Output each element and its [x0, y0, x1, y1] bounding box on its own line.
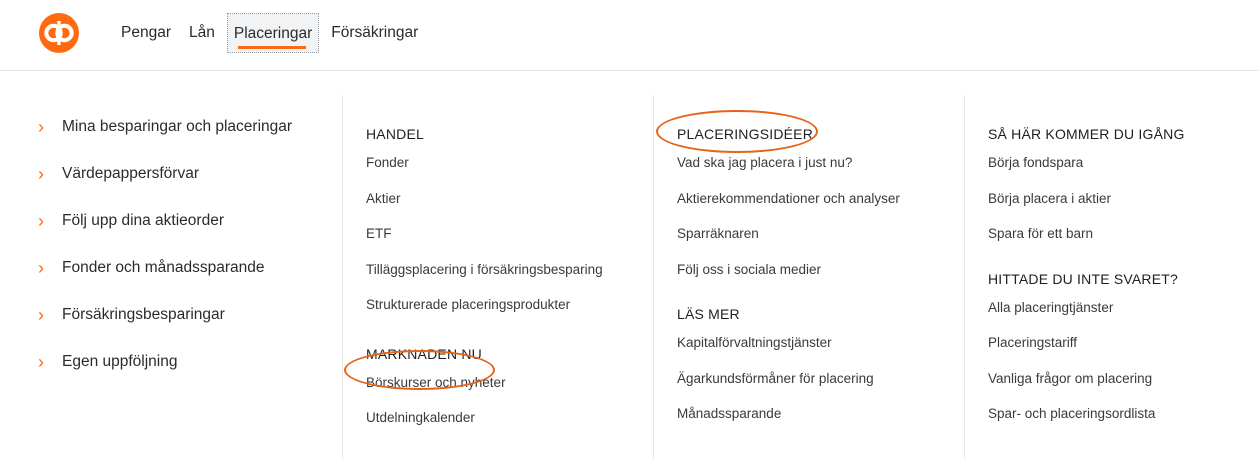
link-agarkundsformaner[interactable]: Ägarkundsförmåner för placering	[677, 370, 957, 406]
highlight-circle-placeringsideer	[656, 110, 818, 153]
link-borja-placera-aktier[interactable]: Börja placera i aktier	[988, 190, 1259, 226]
chevron-right-icon: ›	[38, 351, 44, 372]
top-navigation-bar: Pengar Lån Placeringar Försäkringar	[0, 0, 1259, 71]
left-menu-item[interactable]: › Följ upp dina aktieorder	[38, 189, 338, 237]
highlight-circle-marknaden-nu	[344, 350, 495, 390]
link-alla-placeringtjanster[interactable]: Alla placeringtjänster	[988, 299, 1259, 335]
chevron-right-icon: ›	[38, 210, 44, 231]
link-utdelningkalender[interactable]: Utdelningkalender	[366, 409, 646, 445]
section-heading-las-mer: LÄS MER	[677, 306, 740, 322]
section-heading-hittade-du-inte: HITTADE DU INTE SVARET?	[988, 270, 1178, 287]
link-fonder[interactable]: Fonder	[366, 154, 646, 190]
link-strukturerade[interactable]: Strukturerade placeringsprodukter	[366, 296, 646, 332]
left-menu: › Mina besparingar och placeringar › Värde…	[38, 95, 338, 377]
link-borja-fondspara[interactable]: Börja fondspara	[988, 154, 1259, 190]
chevron-right-icon: ›	[38, 257, 44, 278]
link-etf[interactable]: ETF	[366, 225, 646, 261]
link-tillaggsplacering[interactable]: Tilläggsplacering i försäkringsbesparing	[366, 261, 646, 297]
nav-lan[interactable]: Lån	[183, 13, 221, 53]
chevron-right-icon: ›	[38, 163, 44, 184]
main-nav: Pengar Lån Placeringar Försäkringar	[115, 13, 430, 53]
column-divider	[653, 95, 654, 459]
link-ordlista[interactable]: Spar- och placeringsordlista	[988, 405, 1259, 441]
link-vad-ska-jag-placera[interactable]: Vad ska jag placera i just nu?	[677, 154, 957, 190]
section-heading-kom-igang: SÅ HÄR KOMMER DU IGÅNG	[988, 126, 1185, 142]
nav-pengar[interactable]: Pengar	[115, 13, 177, 53]
chevron-right-icon: ›	[38, 116, 44, 137]
link-folj-oss[interactable]: Följ oss i sociala medier	[677, 261, 957, 297]
left-menu-item[interactable]: › Egen uppföljning	[38, 330, 338, 378]
left-menu-item[interactable]: › Fonder och månadssparande	[38, 236, 338, 284]
menu-column-handel: HANDEL Fonder Aktier ETF Tilläggsplaceri…	[366, 95, 646, 445]
left-menu-item[interactable]: › Mina besparingar och placeringar	[38, 95, 338, 143]
link-placeringstariff[interactable]: Placeringstariff	[988, 334, 1259, 370]
nav-placeringar[interactable]: Placeringar	[226, 13, 320, 53]
column-divider	[342, 95, 343, 459]
link-aktier[interactable]: Aktier	[366, 190, 646, 226]
left-menu-item[interactable]: › Försäkringsbesparingar	[38, 283, 338, 331]
link-manadssparande[interactable]: Månadssparande	[677, 405, 957, 441]
section-heading-handel: HANDEL	[366, 126, 424, 142]
link-sparraknaren[interactable]: Sparräknaren	[677, 225, 957, 261]
link-spara-for-barn[interactable]: Spara för ett barn	[988, 225, 1259, 261]
link-vanliga-fragor[interactable]: Vanliga frågor om placering	[988, 370, 1259, 406]
mega-menu-placeringar: › Mina besparingar och placeringar › Värde…	[0, 95, 1259, 459]
chevron-right-icon: ›	[38, 304, 44, 325]
left-menu-item[interactable]: › Värdepappersförvar	[38, 142, 338, 190]
link-kapitalforvaltning[interactable]: Kapitalförvaltningstjänster	[677, 334, 957, 370]
op-logo-icon[interactable]	[39, 13, 79, 53]
column-divider	[964, 95, 965, 459]
menu-column-kom-igang: SÅ HÄR KOMMER DU IGÅNG Börja fondspara B…	[988, 95, 1259, 441]
link-aktierekommendationer[interactable]: Aktierekommendationer och analyser	[677, 190, 957, 226]
nav-forsakringar[interactable]: Försäkringar	[325, 13, 424, 53]
